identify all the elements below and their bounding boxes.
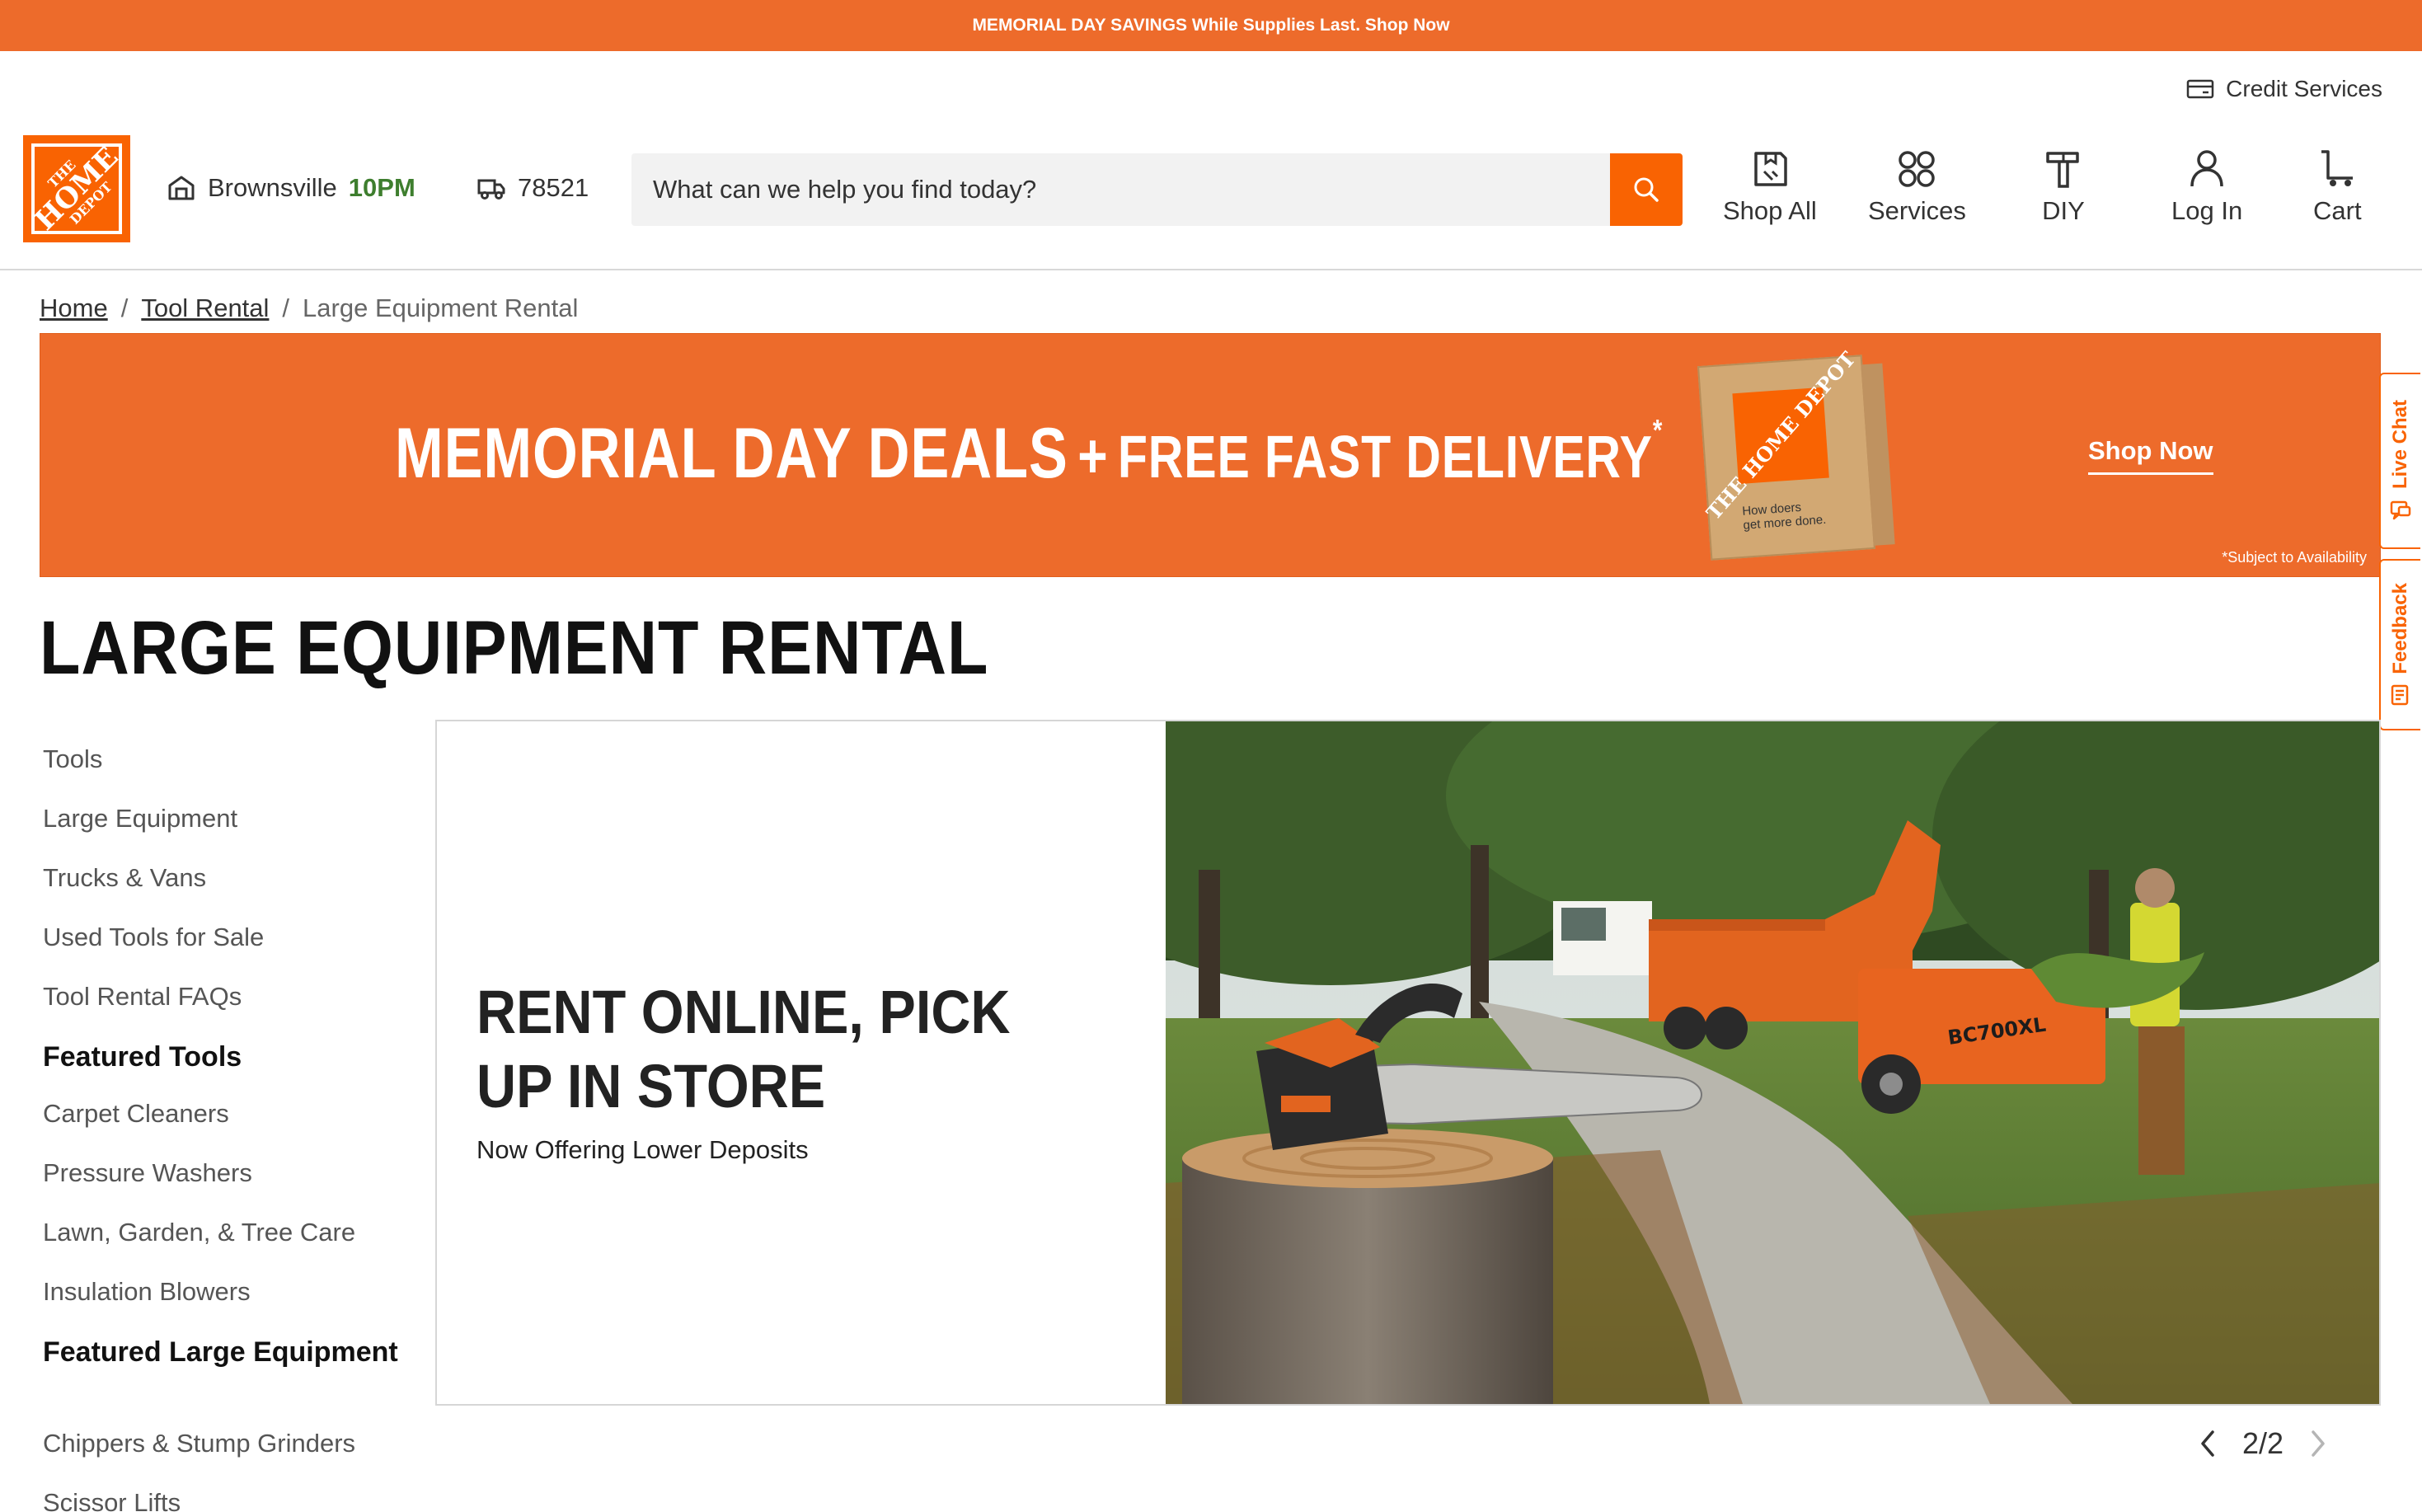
- box-tagline: How doers get more done.: [1742, 500, 1827, 533]
- breadcrumb-separator: /: [282, 293, 290, 322]
- nav-diy-label: DIY: [2042, 196, 2085, 225]
- feedback-tab[interactable]: Feedback: [2379, 559, 2420, 730]
- memorial-day-banner[interactable]: MEMORIAL DAY DEALS + FREE FAST DELIVERY* T…: [40, 333, 2381, 577]
- store-hours: 10PM: [348, 173, 415, 202]
- sidebar-item-pressure-washers[interactable]: Pressure Washers: [43, 1156, 406, 1215]
- breadcrumb-separator: /: [120, 293, 129, 322]
- carousel-controls: 2/2: [2194, 1426, 2331, 1461]
- breadcrumb: Home / Tool Rental / Large Equipment Ren…: [40, 293, 578, 323]
- chat-bubble-icon: [2390, 500, 2411, 520]
- nav-cart-label: Cart: [2313, 196, 2362, 225]
- sidebar-item-tools[interactable]: Tools: [43, 742, 406, 801]
- credit-services-link[interactable]: Credit Services: [2186, 76, 2382, 102]
- sidebar-item-trucks-vans[interactable]: Trucks & Vans: [43, 861, 406, 920]
- home-depot-logo[interactable]: THE HOME DEPOT: [23, 135, 130, 242]
- banner-headline: MEMORIAL DAY DEALS + FREE FAST DELIVERY*: [395, 413, 1663, 495]
- promo-text[interactable]: MEMORIAL DAY SAVINGS While Supplies Last…: [972, 16, 1449, 35]
- banner-asterisk: *: [1652, 413, 1664, 447]
- search-button[interactable]: [1610, 153, 1683, 226]
- banner-availability-note: *Subject to Availability: [2222, 549, 2367, 566]
- promo-bar[interactable]: MEMORIAL DAY SAVINGS While Supplies Last…: [0, 0, 2422, 51]
- nav-shop-all-label: Shop All: [1723, 196, 1817, 225]
- hero-image: BC700XL: [1166, 721, 2379, 1404]
- chevron-left-icon[interactable]: [2194, 1427, 2223, 1460]
- nav-cart[interactable]: Cart: [2313, 147, 2362, 226]
- store-name: Brownsville: [208, 173, 337, 202]
- banner-shop-now-link[interactable]: Shop Now: [2088, 436, 2213, 475]
- cart-icon: [2321, 150, 2354, 186]
- shop-all-icon: [1754, 152, 1787, 186]
- page-title: LARGE EQUIPMENT RENTAL: [40, 606, 989, 690]
- services-icon: [1899, 151, 1936, 187]
- featured-large-equipment-heading: Featured Large Equipment: [43, 1336, 398, 1368]
- sidebar-item-faqs[interactable]: Tool Rental FAQs: [43, 979, 406, 1039]
- sidebar-item-lawn-garden[interactable]: Lawn, Garden, & Tree Care: [43, 1215, 406, 1275]
- credit-services-label: Credit Services: [2226, 76, 2382, 101]
- delivery-zip-selector[interactable]: 78521: [476, 173, 589, 203]
- nav-log-in[interactable]: Log In: [2171, 147, 2242, 226]
- sidebar-item-chippers[interactable]: Chippers & Stump Grinders: [43, 1426, 406, 1486]
- box-side: [1861, 363, 1895, 546]
- sidebar-nav: Tools Large Equipment Trucks & Vans Used…: [43, 742, 406, 1512]
- banner-subtitle: FREE FAST DELIVERY: [1117, 425, 1653, 491]
- featured-tools-heading: Featured Tools: [43, 1041, 242, 1073]
- store-selector[interactable]: Brownsville 10PM: [167, 173, 415, 203]
- zip-code: 78521: [518, 173, 589, 202]
- search-icon: [1634, 177, 1659, 202]
- live-chat-tab[interactable]: Live Chat: [2379, 373, 2420, 549]
- feedback-form-icon: [2391, 685, 2409, 706]
- breadcrumb-tool-rental[interactable]: Tool Rental: [141, 293, 269, 323]
- carousel-position: 2/2: [2242, 1426, 2284, 1460]
- sidebar-item-carpet-cleaners[interactable]: Carpet Cleaners: [43, 1096, 406, 1156]
- delivery-box-image: THE HOME DEPOT How doers get more done.: [1697, 347, 1895, 561]
- delivery-truck-icon: [477, 179, 505, 200]
- store-icon: [168, 176, 195, 200]
- nav-services-label: Services: [1868, 196, 1966, 225]
- box-logo-text: THE HOME DEPOT: [1701, 346, 1861, 525]
- breadcrumb-current: Large Equipment Rental: [303, 293, 579, 322]
- sidebar-item-large-equipment[interactable]: Large Equipment: [43, 801, 406, 861]
- nav-diy[interactable]: DIY: [2041, 147, 2086, 226]
- sidebar-item-scissor-lifts[interactable]: Scissor Lifts: [43, 1486, 406, 1512]
- live-chat-label: Live Chat: [2389, 399, 2411, 490]
- breadcrumb-home[interactable]: Home: [40, 293, 108, 323]
- banner-plus: +: [1077, 421, 1109, 491]
- hero-carousel-slide[interactable]: RENT ONLINE, PICK UP IN STORE Now Offeri…: [435, 720, 2381, 1406]
- banner-title: MEMORIAL DAY DEALS: [395, 414, 1068, 493]
- header-divider: [0, 269, 2422, 270]
- feedback-label: Feedback: [2389, 582, 2411, 674]
- hero-text-panel: RENT ONLINE, PICK UP IN STORE Now Offeri…: [437, 721, 1166, 1404]
- box-logo: THE HOME DEPOT: [1702, 347, 1860, 524]
- sidebar-item-insulation-blowers[interactable]: Insulation Blowers: [43, 1275, 406, 1334]
- sidebar-item-used-tools[interactable]: Used Tools for Sale: [43, 920, 406, 979]
- chevron-right-icon[interactable]: [2303, 1427, 2331, 1460]
- credit-card-icon: [2186, 79, 2214, 99]
- hero-subtitle: Now Offering Lower Deposits: [476, 1135, 809, 1164]
- search-input[interactable]: [631, 153, 1609, 226]
- diy-hammer-icon: [2046, 152, 2079, 188]
- nav-log-in-label: Log In: [2171, 196, 2243, 225]
- nav-shop-all[interactable]: Shop All: [1723, 147, 1817, 226]
- nav-services[interactable]: Services: [1868, 147, 1966, 226]
- user-icon: [2190, 150, 2223, 187]
- hero-title: RENT ONLINE, PICK UP IN STORE: [476, 978, 1011, 1120]
- search-bar: [631, 153, 1683, 226]
